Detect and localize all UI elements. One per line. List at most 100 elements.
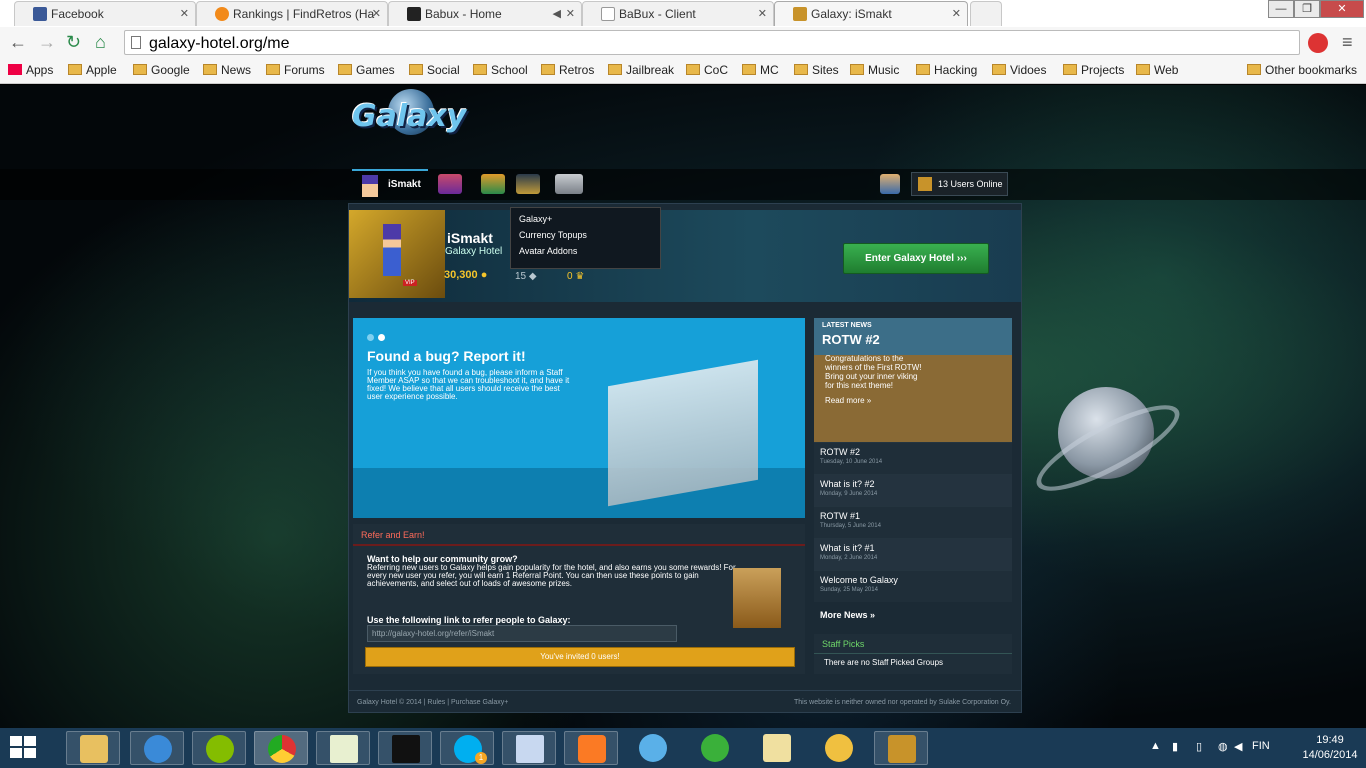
bookmark-hacking[interactable]: Hacking (916, 63, 977, 77)
users-online-badge: 13 Users Online (911, 172, 1008, 196)
system-clock[interactable]: 19:49 14/06/2014 (1300, 733, 1360, 763)
close-window-icon[interactable]: ✕ (1320, 0, 1364, 18)
chrome-icon[interactable] (254, 731, 308, 765)
folder-icon (850, 64, 864, 75)
new-tab-button[interactable] (970, 1, 1002, 26)
nav-games-icon[interactable] (555, 174, 583, 194)
news-item[interactable]: ROTW #1 Thursday, 5 June 2014 (814, 506, 1012, 538)
news-item[interactable]: ROTW #2 Tuesday, 10 June 2014 (814, 442, 1012, 474)
close-icon[interactable]: ✕ (566, 7, 575, 20)
more-news-link[interactable]: More News » (820, 610, 875, 620)
spotify-icon[interactable] (192, 731, 246, 765)
dropdown-item-currency-topups[interactable]: Currency Topups (511, 224, 660, 240)
xampp-icon[interactable] (564, 731, 618, 765)
nav-community-icon[interactable] (481, 174, 505, 194)
bookmark-games[interactable]: Games (338, 63, 395, 77)
show-hidden-icons[interactable]: ▲ (1150, 740, 1161, 752)
itunes-icon[interactable] (626, 731, 680, 765)
input-language[interactable]: FIN (1252, 740, 1270, 752)
bookmark-apple[interactable]: Apple (68, 63, 117, 77)
latest-news-promo[interactable]: LATEST NEWS ROTW #2 Congratulations to t… (814, 318, 1012, 442)
connect-app-icon[interactable] (130, 731, 184, 765)
tab-facebook[interactable]: Facebook ✕ (14, 1, 196, 26)
b-icon (407, 7, 421, 21)
skype-icon[interactable]: 1 (440, 731, 494, 765)
news-item[interactable]: What is it? #2 Monday, 9 June 2014 (814, 474, 1012, 506)
bookmark-social[interactable]: Social (409, 63, 460, 77)
footer-links[interactable]: Galaxy Hotel © 2014 | Rules | Purchase G… (357, 699, 508, 706)
news-item[interactable]: Welcome to Galaxy Sunday, 25 May 2014 (814, 570, 1012, 602)
nav-user-tab[interactable]: iSmakt (352, 169, 428, 200)
start-button[interactable] (10, 736, 38, 760)
flame-icon (215, 7, 229, 21)
staff-icon[interactable] (880, 174, 900, 194)
bookmark-coc[interactable]: CoC (686, 63, 728, 77)
bookmark-jailbreak[interactable]: Jailbreak (608, 63, 674, 77)
news-item[interactable]: What is it? #1 Monday, 2 June 2014 (814, 538, 1012, 570)
bookmark-vidoes[interactable]: Vidoes (992, 63, 1046, 77)
bookmark-forums[interactable]: Forums (266, 63, 325, 77)
tab-title: BaBux - Client (619, 7, 696, 21)
back-icon[interactable]: ← (9, 33, 27, 51)
news-item-title: ROTW #2 (820, 447, 861, 457)
bookmark-news[interactable]: News (203, 63, 251, 77)
bookmark-web[interactable]: Web (1136, 63, 1178, 77)
page-background: Galaxy iSmakt 13 Users Online VIP iSmakt… (0, 85, 1366, 728)
nav-rooms-icon[interactable] (438, 174, 462, 194)
bookmark-apps[interactable]: Apps (8, 63, 53, 77)
file-explorer-icon[interactable] (66, 731, 120, 765)
close-icon[interactable]: ✕ (758, 7, 767, 20)
habbo-avatar-icon[interactable] (750, 731, 804, 765)
minimize-icon[interactable]: — (1268, 0, 1294, 18)
forward-icon[interactable]: → (38, 33, 56, 51)
bookmark-other[interactable]: Other bookmarks (1247, 63, 1357, 77)
dropdown-item-galaxy-plus[interactable]: Galaxy+ (511, 208, 660, 224)
hotel-client-icon[interactable] (874, 731, 928, 765)
menu-icon[interactable]: ≡ (1342, 33, 1353, 51)
bookmark-school[interactable]: School (473, 63, 528, 77)
bug-report-slider[interactable]: Found a bug? Report it! If you think you… (353, 318, 805, 518)
tab-babux-client[interactable]: BaBux - Client ✕ (582, 1, 774, 26)
news-item-title: ROTW #1 (820, 511, 861, 521)
network-icon[interactable]: ◍ (1218, 740, 1228, 753)
bookmark-projects[interactable]: Projects (1063, 63, 1124, 77)
site-logo[interactable]: Galaxy (352, 99, 466, 134)
slider-dot[interactable] (367, 334, 374, 341)
close-icon[interactable]: ✕ (372, 7, 381, 20)
read-more-link[interactable]: Read more » (825, 396, 871, 405)
editor-icon[interactable] (502, 731, 556, 765)
folder-icon (1136, 64, 1150, 75)
enter-hotel-button[interactable]: Enter Galaxy Hotel ››› (843, 243, 989, 274)
reload-icon[interactable]: ↻ (66, 33, 81, 51)
tab-findretros[interactable]: Rankings | FindRetros (Ha ✕ (196, 1, 388, 26)
news-item-date: Monday, 9 June 2014 (820, 491, 878, 497)
home-icon[interactable]: ⌂ (95, 33, 106, 51)
restore-icon[interactable]: ❐ (1294, 0, 1320, 18)
folder-icon (686, 64, 700, 75)
game-app-icon[interactable] (688, 731, 742, 765)
tab-babux-home[interactable]: Babux - Home ◀ ✕ (388, 1, 582, 26)
bookmark-label: CoC (704, 63, 729, 77)
signal-icon[interactable]: ▮ (1172, 740, 1178, 753)
adblock-icon[interactable] (1308, 33, 1328, 53)
close-icon[interactable]: ✕ (180, 7, 189, 20)
bookmark-music[interactable]: Music (850, 63, 899, 77)
folder-icon (541, 64, 555, 75)
command-prompt-icon[interactable] (378, 731, 432, 765)
refer-link-field[interactable] (367, 625, 677, 642)
bookmark-sites[interactable]: Sites (794, 63, 839, 77)
bookmark-mc[interactable]: MC (742, 63, 779, 77)
slider-dot-active[interactable] (378, 334, 385, 341)
retro-app-icon[interactable] (812, 731, 866, 765)
tab-galaxy[interactable]: Galaxy: iSmakt ✕ (774, 1, 968, 26)
battery-icon[interactable]: ▯ (1196, 740, 1202, 753)
nav-shop-icon[interactable] (516, 174, 540, 194)
close-icon[interactable]: ✕ (952, 7, 961, 20)
invited-count-button[interactable]: You've invited 0 users! (365, 647, 795, 667)
dropdown-item-avatar-addons[interactable]: Avatar Addons (511, 240, 660, 256)
bookmark-google[interactable]: Google (133, 63, 190, 77)
notepad-icon[interactable] (316, 731, 370, 765)
omnibox[interactable]: galaxy-hotel.org/me (124, 30, 1300, 55)
volume-icon[interactable]: ◀ (1234, 740, 1242, 753)
bookmark-retros[interactable]: Retros (541, 63, 594, 77)
